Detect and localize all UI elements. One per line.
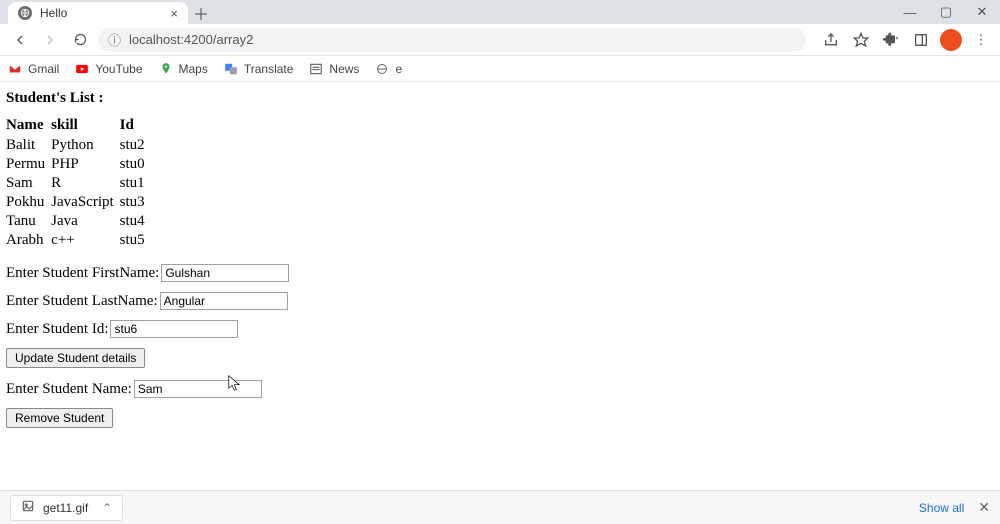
id-input[interactable] <box>110 320 238 338</box>
bookmarks-bar: Gmail YouTube Maps Translate News e <box>0 56 1000 82</box>
table-row: PermuPHPstu0 <box>6 155 151 174</box>
cell-skill: R <box>51 174 119 193</box>
globe-icon <box>18 6 32 20</box>
cell-name: Tanu <box>6 212 51 231</box>
cell-skill: Python <box>51 136 119 155</box>
bookmark-label: e <box>395 62 402 76</box>
news-icon <box>309 62 323 76</box>
update-button[interactable]: Update Student details <box>6 348 145 368</box>
chevron-up-icon[interactable]: ⌃ <box>102 501 112 515</box>
back-button[interactable] <box>8 28 32 52</box>
download-filename: get11.gif <box>43 501 88 515</box>
bookmark-label: Gmail <box>28 62 59 76</box>
browser-tab[interactable]: Hello × <box>8 2 188 24</box>
cell-name: Arabh <box>6 231 51 250</box>
id-label: Enter Student Id: <box>6 321 108 338</box>
url-box[interactable]: ⓘ localhost:4200/array2 <box>98 28 806 52</box>
cell-id: stu4 <box>120 212 151 231</box>
new-tab-button[interactable]: ＋ <box>188 2 214 24</box>
table-row: PokhuJavaScriptstu3 <box>6 193 151 212</box>
bookmark-gmail[interactable]: Gmail <box>8 62 59 76</box>
name-input[interactable] <box>134 380 262 398</box>
student-table: Name skill Id BalitPythonstu2PermuPHPstu… <box>6 117 151 250</box>
page-content: Student's List : Name skill Id BalitPyth… <box>0 82 1000 448</box>
cell-id: stu0 <box>120 155 151 174</box>
cell-id: stu3 <box>120 193 151 212</box>
show-all-link[interactable]: Show all <box>919 501 964 515</box>
table-row: SamRstu1 <box>6 174 151 193</box>
table-row: Arabhc++stu5 <box>6 231 151 250</box>
cell-skill: PHP <box>51 155 119 174</box>
bookmark-translate[interactable]: Translate <box>224 62 294 76</box>
cell-id: stu2 <box>120 136 151 155</box>
profile-avatar[interactable] <box>940 29 962 51</box>
maps-icon <box>159 62 173 76</box>
cell-skill: JavaScript <box>51 193 119 212</box>
browser-tabs: Hello × ＋ — ▢ ✕ <box>0 0 1000 24</box>
remove-button[interactable]: Remove Student <box>6 408 113 428</box>
maximize-icon[interactable]: ▢ <box>928 0 964 24</box>
file-icon <box>21 499 35 516</box>
cell-name: Pokhu <box>6 193 51 212</box>
window-controls: — ▢ ✕ <box>892 0 1000 24</box>
col-name: Name <box>6 117 51 136</box>
star-icon[interactable] <box>850 29 872 51</box>
col-id: Id <box>120 117 151 136</box>
bookmark-e[interactable]: e <box>375 62 402 76</box>
gmail-icon <box>8 62 22 76</box>
forward-button[interactable] <box>38 28 62 52</box>
bookmark-label: Maps <box>179 62 208 76</box>
download-item[interactable]: get11.gif ⌃ <box>10 495 123 521</box>
cell-name: Permu <box>6 155 51 174</box>
youtube-icon <box>75 62 89 76</box>
cell-name: Sam <box>6 174 51 193</box>
bookmark-label: YouTube <box>95 62 142 76</box>
table-row: TanuJavastu4 <box>6 212 151 231</box>
close-icon[interactable]: ✕ <box>978 499 990 516</box>
download-bar: get11.gif ⌃ Show all ✕ <box>0 490 1000 524</box>
cell-id: stu1 <box>120 174 151 193</box>
address-bar: ⓘ localhost:4200/array2 ⋮ <box>0 24 1000 56</box>
bookmark-youtube[interactable]: YouTube <box>75 62 142 76</box>
bookmark-news[interactable]: News <box>309 62 359 76</box>
firstname-input[interactable] <box>161 264 289 282</box>
close-window-icon[interactable]: ✕ <box>964 0 1000 24</box>
table-row: BalitPythonstu2 <box>6 136 151 155</box>
tab-title: Hello <box>40 6 162 20</box>
share-icon[interactable] <box>820 29 842 51</box>
lastname-label: Enter Student LastName: <box>6 293 158 310</box>
page-heading: Student's List : <box>6 90 994 107</box>
bookmark-maps[interactable]: Maps <box>159 62 208 76</box>
globe-icon <box>375 62 389 76</box>
url-text: localhost:4200/array2 <box>129 32 253 47</box>
panel-icon[interactable] <box>910 29 932 51</box>
menu-icon[interactable]: ⋮ <box>970 29 992 51</box>
reload-button[interactable] <box>68 28 92 52</box>
name-label: Enter Student Name: <box>6 381 132 398</box>
lastname-input[interactable] <box>160 292 288 310</box>
site-info-icon[interactable]: ⓘ <box>108 30 121 49</box>
cell-skill: Java <box>51 212 119 231</box>
cell-id: stu5 <box>120 231 151 250</box>
translate-icon <box>224 62 238 76</box>
extension-icon[interactable] <box>880 29 902 51</box>
minimize-icon[interactable]: — <box>892 0 928 24</box>
cell-name: Balit <box>6 136 51 155</box>
bookmark-label: Translate <box>244 62 294 76</box>
firstname-label: Enter Student FirstName: <box>6 265 159 282</box>
cell-skill: c++ <box>51 231 119 250</box>
col-skill: skill <box>51 117 119 136</box>
bookmark-label: News <box>329 62 359 76</box>
close-icon[interactable]: × <box>170 6 178 21</box>
